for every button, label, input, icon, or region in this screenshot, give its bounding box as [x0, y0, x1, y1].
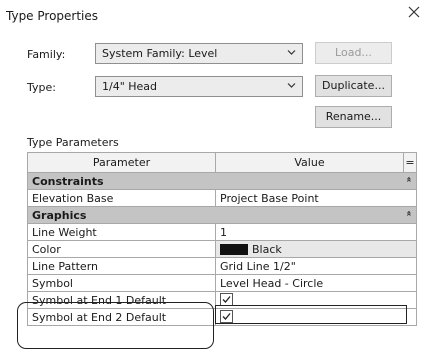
type-parameters-grid: Parameter Value = Constraints » Elevatio… — [27, 152, 417, 326]
type-parameters-label: Type Parameters — [27, 136, 119, 149]
color-swatch — [220, 243, 248, 255]
collapse-icon[interactable]: » — [405, 211, 415, 216]
family-value: System Family: Level — [102, 47, 218, 60]
load-button[interactable]: Load... — [315, 42, 392, 64]
value-color[interactable]: Black — [215, 240, 417, 258]
table-row[interactable]: Symbol Level Head - Circle — [27, 274, 417, 292]
table-row[interactable]: Elevation Base Project Base Point — [27, 189, 417, 207]
color-value-label: Black — [252, 242, 282, 256]
group-graphics-label: Graphics — [32, 208, 87, 222]
grid-header-row: Parameter Value = — [27, 152, 417, 173]
value-line-pattern[interactable]: Grid Line 1/2" — [215, 257, 417, 275]
column-header-extra[interactable]: = — [403, 152, 417, 173]
column-header-parameter[interactable]: Parameter — [27, 152, 216, 173]
param-elevation-base: Elevation Base — [27, 189, 216, 207]
table-row[interactable]: Line Pattern Grid Line 1/2" — [27, 257, 417, 275]
value-elevation-base[interactable]: Project Base Point — [215, 189, 417, 207]
type-value: 1/4" Head — [102, 80, 158, 93]
param-line-weight: Line Weight — [27, 223, 216, 241]
collapse-icon[interactable]: » — [405, 177, 415, 182]
selected-cell-outline — [215, 305, 407, 324]
param-line-pattern: Line Pattern — [27, 257, 216, 275]
group-constraints[interactable]: Constraints » — [27, 172, 417, 190]
close-icon[interactable] — [407, 6, 421, 20]
type-dropdown[interactable]: 1/4" Head — [95, 76, 303, 97]
value-line-weight[interactable]: 1 — [215, 223, 417, 241]
column-header-value[interactable]: Value — [215, 152, 404, 173]
highlight-outline — [17, 302, 214, 349]
rename-button[interactable]: Rename... — [315, 106, 392, 128]
duplicate-button[interactable]: Duplicate... — [315, 75, 392, 97]
group-constraints-label: Constraints — [32, 174, 104, 188]
family-label: Family: — [27, 48, 66, 61]
table-row[interactable]: Color Black — [27, 240, 417, 258]
table-row[interactable]: Line Weight 1 — [27, 223, 417, 241]
param-color: Color — [27, 240, 216, 258]
chevron-down-icon — [287, 83, 296, 88]
type-label: Type: — [27, 81, 56, 94]
group-graphics[interactable]: Graphics » — [27, 206, 417, 224]
value-symbol[interactable]: Level Head - Circle — [215, 274, 417, 292]
checkmark-icon — [222, 296, 231, 303]
param-symbol: Symbol — [27, 274, 216, 292]
family-dropdown[interactable]: System Family: Level — [95, 43, 303, 64]
chevron-down-icon — [287, 50, 296, 55]
dialog-title: Type Properties — [6, 9, 99, 23]
